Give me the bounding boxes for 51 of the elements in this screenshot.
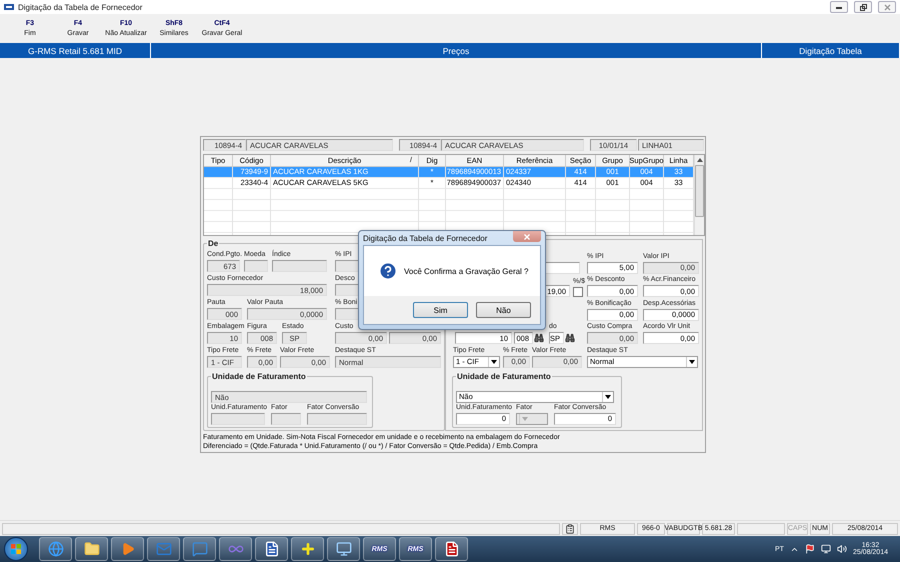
dialog-button[interactable]: Sim [413,302,468,318]
banner-cell: Digitação Tabela [762,43,900,58]
dialog-button[interactable]: Não [476,302,531,318]
chat-icon [192,541,208,557]
plus-icon [300,541,316,557]
checkbox[interactable] [573,287,583,298]
close-button[interactable] [878,1,896,13]
banner-cell: G-RMS Retail 5.681 MID [0,43,151,58]
taskbar-button[interactable] [75,537,108,561]
folder-icon [84,541,100,557]
close-icon [524,234,530,240]
taskbar-button[interactable] [255,537,288,561]
globe-icon [48,541,64,557]
flag-icon[interactable] [804,544,815,554]
binoculars-icon[interactable] [565,333,575,344]
monitor-icon[interactable] [820,544,831,554]
group-title: Unidade de Faturamento [456,372,552,381]
restore-button[interactable] [854,1,872,13]
group-title: De [207,239,220,248]
start-button[interactable] [4,537,28,561]
dialog-message: Você Confirma a Gravação Geral ? [404,266,529,276]
status-cell [737,522,785,534]
scrollbar[interactable] [694,154,704,235]
app-icon [4,4,14,10]
clipboard-icon [565,524,575,534]
minimize-icon [836,6,842,8]
caret-icon [686,356,697,367]
taskbar-button[interactable] [435,537,468,561]
dialog-title: Digitação da Tabela de Fornecedor [363,234,488,242]
group-title: Unidade de Faturamento [211,372,307,381]
document-icon [444,541,460,557]
question-icon [378,261,398,281]
taskbar-button[interactable] [327,537,360,561]
windows-logo-icon [11,544,21,554]
minimize-button[interactable] [830,1,848,13]
play-icon [120,542,134,556]
close-button[interactable] [513,231,541,242]
caret-icon [602,392,613,402]
restore-icon [860,4,866,10]
window-title: Digitação da Tabela de Fornecedor [18,2,144,12]
banner-cell: Preços [151,43,762,58]
scroll-up-icon[interactable] [696,158,702,162]
caret-icon [519,414,530,424]
mail-icon [156,541,172,557]
taskbar-button[interactable] [291,537,324,561]
close-icon [884,4,890,10]
document-icon [264,541,280,557]
monitor-icon [336,541,352,557]
binoculars-icon[interactable] [534,333,544,344]
caret-icon [488,356,499,367]
volume-icon[interactable] [836,544,847,554]
